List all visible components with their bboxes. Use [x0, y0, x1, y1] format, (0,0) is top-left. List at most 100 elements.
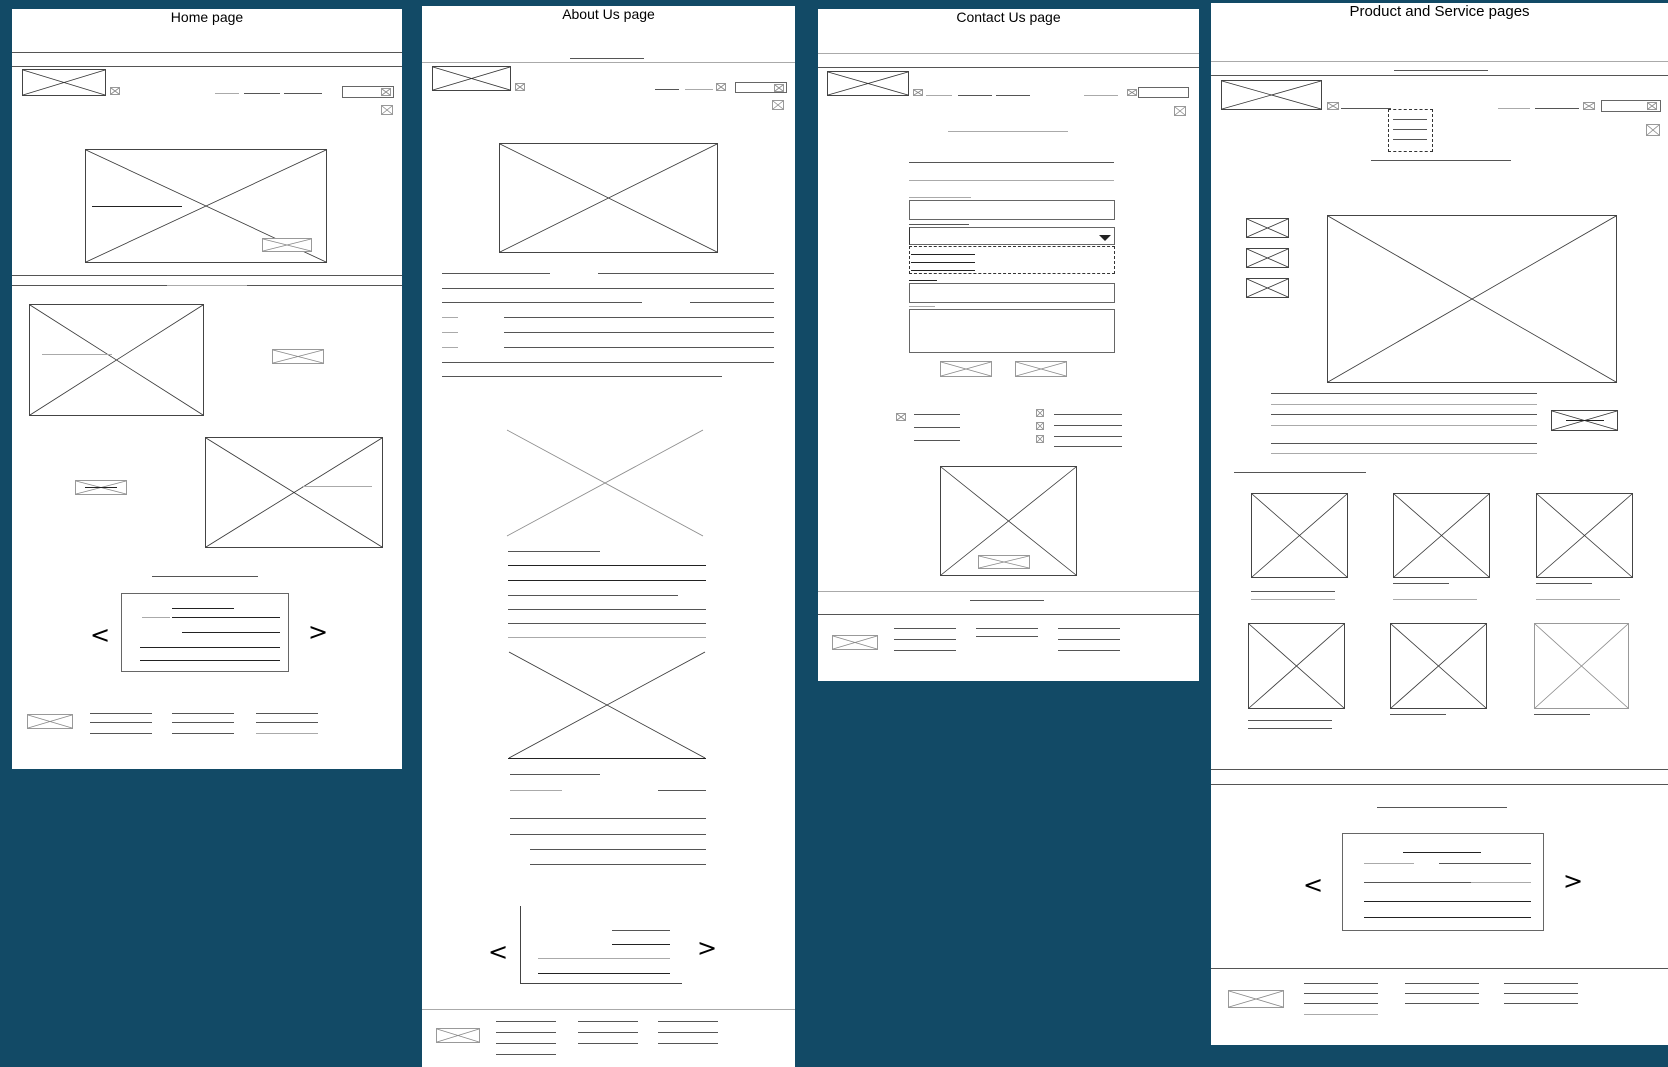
- footer-link[interactable]: [496, 1054, 556, 1055]
- nav-icon[interactable]: [110, 87, 120, 95]
- footer-link[interactable]: [172, 722, 234, 723]
- form-field[interactable]: [909, 180, 1114, 181]
- footer-link[interactable]: [256, 713, 318, 714]
- footer-link[interactable]: [496, 1043, 556, 1044]
- nav-link[interactable]: [244, 93, 280, 94]
- related-product-image[interactable]: [1536, 493, 1633, 578]
- nav-icon[interactable]: [913, 89, 923, 96]
- dropdown-item[interactable]: [1393, 129, 1427, 130]
- select-option[interactable]: [911, 254, 975, 255]
- footer-link[interactable]: [894, 639, 956, 640]
- search-icon[interactable]: [1647, 102, 1657, 110]
- nav-link[interactable]: [996, 95, 1030, 96]
- nav-link[interactable]: [926, 95, 952, 96]
- footer-link[interactable]: [90, 713, 152, 714]
- footer-link[interactable]: [1405, 1003, 1479, 1004]
- feature-button[interactable]: [272, 349, 324, 364]
- search-icon[interactable]: [381, 88, 391, 96]
- search-icon[interactable]: [774, 84, 784, 92]
- footer-link[interactable]: [1304, 983, 1378, 984]
- footer-link[interactable]: [496, 1021, 556, 1022]
- footer-link[interactable]: [172, 713, 234, 714]
- nav-link[interactable]: [215, 93, 239, 94]
- product-thumbnail[interactable]: [1246, 248, 1289, 268]
- nav-link[interactable]: [1498, 108, 1530, 109]
- footer-link[interactable]: [578, 1021, 638, 1022]
- footer-link[interactable]: [894, 650, 956, 651]
- footer-link[interactable]: [90, 722, 152, 723]
- message-textarea[interactable]: [909, 309, 1115, 353]
- footer-link[interactable]: [90, 733, 152, 734]
- product-thumbnail[interactable]: [1246, 218, 1289, 238]
- footer-link[interactable]: [894, 628, 956, 629]
- subject-select[interactable]: [909, 227, 1115, 245]
- footer-link[interactable]: [578, 1032, 638, 1033]
- carousel-prev-icon[interactable]: <: [488, 940, 508, 964]
- nav-link[interactable]: [685, 89, 713, 90]
- footer-link[interactable]: [1304, 1014, 1378, 1015]
- dropdown-item[interactable]: [1393, 139, 1427, 140]
- dropdown-item[interactable]: [1393, 119, 1427, 120]
- nav-link[interactable]: [958, 95, 992, 96]
- select-option[interactable]: [911, 262, 975, 263]
- related-product-image[interactable]: [1393, 493, 1490, 578]
- nav-link[interactable]: [1084, 95, 1118, 96]
- nav-link[interactable]: [284, 93, 322, 94]
- footer-link[interactable]: [1504, 1003, 1578, 1004]
- related-product-image[interactable]: [1248, 623, 1345, 709]
- footer-link[interactable]: [658, 1021, 718, 1022]
- carousel-next-icon[interactable]: >: [308, 620, 328, 644]
- reset-button[interactable]: [1015, 361, 1067, 377]
- footer-link[interactable]: [1504, 983, 1578, 984]
- map-button[interactable]: [978, 555, 1030, 569]
- footer-link[interactable]: [1405, 993, 1479, 994]
- related-product-image[interactable]: [1534, 623, 1629, 709]
- footer-link[interactable]: [658, 1032, 718, 1033]
- carousel-next-icon[interactable]: >: [1563, 869, 1583, 893]
- submit-button[interactable]: [940, 361, 992, 377]
- hero-button[interactable]: [262, 238, 312, 252]
- footer-link[interactable]: [1504, 993, 1578, 994]
- nav-icon[interactable]: [515, 83, 525, 91]
- related-product-image[interactable]: [1251, 493, 1348, 578]
- menu-icon[interactable]: [1174, 106, 1186, 116]
- product-thumbnail[interactable]: [1246, 278, 1289, 298]
- footer-link[interactable]: [578, 1043, 638, 1044]
- footer-link[interactable]: [1058, 650, 1120, 651]
- related-product-image[interactable]: [1390, 623, 1487, 709]
- contact-page-title: Contact Us page: [956, 9, 1061, 25]
- footer-link[interactable]: [976, 628, 1038, 629]
- footer-link[interactable]: [1058, 628, 1120, 629]
- footer-link[interactable]: [172, 733, 234, 734]
- chevron-down-icon[interactable]: [1099, 235, 1111, 241]
- footer-link[interactable]: [256, 722, 318, 723]
- carousel-prev-icon[interactable]: <: [1303, 873, 1323, 897]
- nav-link[interactable]: [655, 89, 679, 90]
- nav-link[interactable]: [1341, 108, 1391, 109]
- name-input[interactable]: [909, 200, 1115, 220]
- carousel-prev-icon[interactable]: <: [90, 623, 110, 647]
- email-input[interactable]: [909, 283, 1115, 303]
- nav-link[interactable]: [1535, 108, 1579, 109]
- nav-icon[interactable]: [1583, 102, 1595, 110]
- product-description-line: [1271, 453, 1537, 454]
- footer-link[interactable]: [976, 636, 1038, 637]
- menu-icon[interactable]: [772, 100, 784, 110]
- footer-link[interactable]: [496, 1032, 556, 1033]
- nav-icon[interactable]: [1127, 89, 1137, 96]
- menu-icon[interactable]: [381, 105, 393, 115]
- footer-link[interactable]: [658, 1043, 718, 1044]
- nav-icon[interactable]: [716, 83, 726, 91]
- menu-icon[interactable]: [1646, 124, 1660, 136]
- footer-link[interactable]: [1058, 639, 1120, 640]
- form-field[interactable]: [909, 162, 1114, 163]
- nav-icon[interactable]: [1327, 102, 1339, 110]
- select-option[interactable]: [911, 270, 975, 271]
- search-input[interactable]: [1138, 87, 1189, 98]
- footer-link[interactable]: [1304, 1003, 1378, 1004]
- footer-link[interactable]: [256, 733, 318, 734]
- dropdown-menu[interactable]: [1388, 109, 1433, 152]
- carousel-next-icon[interactable]: >: [697, 936, 717, 960]
- footer-link[interactable]: [1304, 993, 1378, 994]
- footer-link[interactable]: [1405, 983, 1479, 984]
